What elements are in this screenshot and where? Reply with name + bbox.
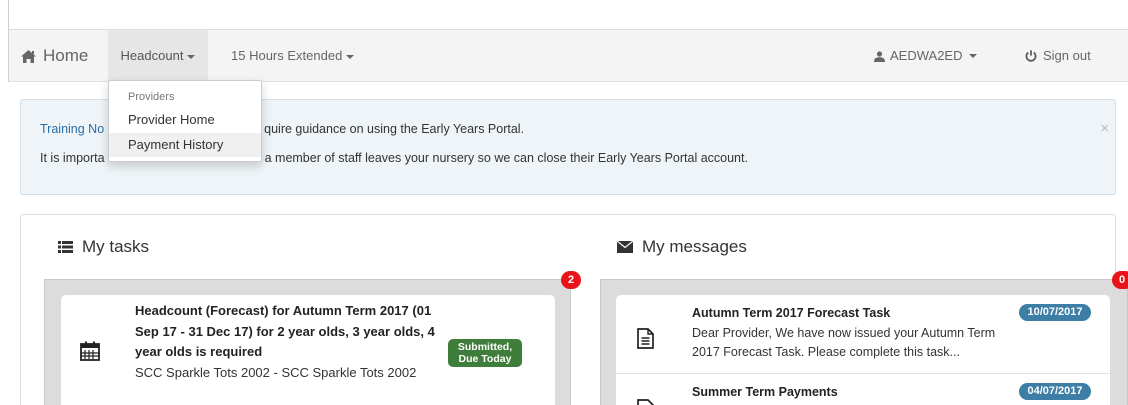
power-icon [1025,50,1037,62]
tasks-list-icon [58,241,73,253]
nav-headcount-label: Headcount [120,48,184,63]
status-badge-line-1: Submitted, [457,341,513,353]
alert-line-2-text: a member of staff leaves your nursery so… [264,151,748,165]
caret-down-icon [969,54,978,58]
message-divider [616,373,1110,374]
nav-home-link[interactable]: Home [21,30,88,82]
message-date-badge: 10/07/2017 [1019,304,1091,321]
calendar-icon [80,341,100,364]
browser-top-strip [8,0,1128,30]
alert-line-1-text: quire guidance on using the Early Years … [264,122,525,136]
message-body: Dear Provider, We have now issued your A… [692,326,996,359]
status-badge-line-2: Due Today [458,352,512,365]
message-date-badge: 04/07/2017 [1019,383,1091,400]
caret-down-icon [187,54,196,59]
dropdown-header: Providers [128,91,175,103]
tasks-count-badge: 2 [561,271,581,289]
nav-extended-dropdown[interactable]: 15 Hours Extended [231,30,355,82]
nav-signout-link[interactable]: Sign out [1025,30,1091,82]
message-title[interactable]: Autumn Term 2017 Forecast Task [692,306,890,320]
nav-extended-label: 15 Hours Extended [231,48,343,63]
nav-user-dropdown[interactable]: AEDWA2ED [874,30,978,82]
headcount-dropdown-menu: Providers Provider Home Payment History [108,80,262,162]
document-icon [637,328,654,352]
envelope-icon [617,241,633,253]
nav-signout-label: Sign out [1043,48,1091,63]
home-icon [21,49,36,63]
status-badge: Submitted, Due Today [448,339,522,367]
message-title[interactable]: Summer Term Payments [692,385,838,399]
tasks-heading: My tasks [58,237,149,257]
top-navbar: Home Headcount 15 Hours Extended AEDWA2E… [8,30,1128,82]
messages-heading: My messages [617,237,747,257]
user-icon [874,50,885,62]
menu-item-provider-home[interactable]: Provider Home [109,108,261,132]
document-icon [637,396,654,405]
menu-item-payment-history[interactable]: Payment History [109,133,261,157]
alert-line-2-start: It is importa [40,151,105,165]
nav-headcount-dropdown[interactable]: Headcount [108,30,208,82]
training-notice-link[interactable]: Training No [40,122,104,136]
messages-heading-label: My messages [642,237,747,256]
caret-down-icon [346,54,355,59]
task-title[interactable]: Headcount (Forecast) for Autumn Term 201… [135,301,435,363]
close-icon[interactable]: × [1100,120,1109,137]
task-subtitle: SCC Sparkle Tots 2002 - SCC Sparkle Tots… [135,365,417,380]
nav-user-label: AEDWA2ED [890,48,963,63]
messages-count-badge: 0 [1112,271,1128,289]
nav-home-label: Home [43,46,89,65]
tasks-heading-label: My tasks [82,237,150,256]
